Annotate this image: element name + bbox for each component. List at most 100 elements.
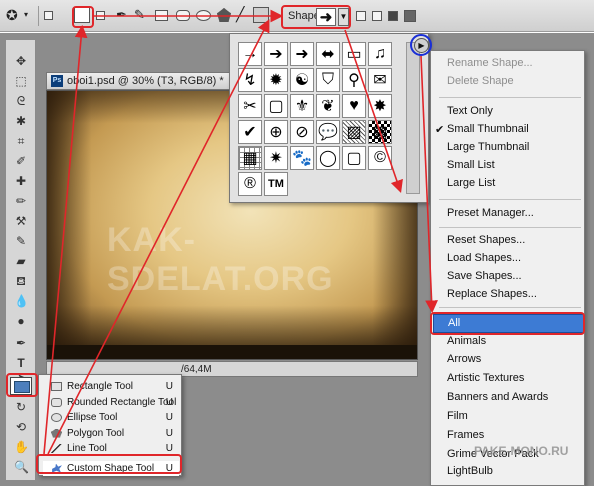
menu-item-all[interactable]: All	[433, 314, 584, 333]
fill-pixels-icon[interactable]	[96, 11, 105, 20]
shape-thumbnail[interactable]: ↯	[238, 68, 262, 92]
tool-option-rounded-rectangle-tool[interactable]: Rounded Rectangle Tool U	[43, 395, 179, 410]
3d-orbit-tool-icon[interactable]: ⟲	[14, 420, 28, 434]
menu-item-replace-shapes[interactable]: Replace Shapes...	[447, 288, 537, 303]
menu-item-small-thumbnail[interactable]: Small Thumbnail	[447, 123, 529, 138]
history-brush-tool-icon[interactable]: ✎	[14, 234, 28, 248]
dodge-tool-icon[interactable]: ●	[14, 314, 28, 328]
shape-thumbnail[interactable]: ⊕	[264, 120, 288, 144]
menu-item-film[interactable]: Film	[447, 410, 468, 425]
paths-mode-icon[interactable]	[74, 7, 90, 23]
circle-arrow-right-icon[interactable]: ▶	[414, 38, 429, 53]
shape-thumbnail[interactable]: ✸	[368, 94, 392, 118]
line-shape-icon[interactable]: ╱	[236, 6, 244, 22]
shape-thumbnail[interactable]: TM	[264, 172, 288, 196]
shape-thumbnail[interactable]: ®	[238, 172, 262, 196]
zoom-tool-icon[interactable]: 🔍	[14, 460, 29, 474]
tool-option-polygon-tool[interactable]: Polygon Tool U	[43, 426, 179, 441]
shape-thumbnail[interactable]: ✹	[264, 68, 288, 92]
shape-thumbnail[interactable]: ⛉	[316, 68, 340, 92]
shape-thumbnail[interactable]: ☯	[290, 68, 314, 92]
tool-preset-icon[interactable]: ✪	[6, 7, 18, 23]
exclude-area-icon[interactable]	[404, 10, 416, 22]
polygon-shape-icon[interactable]	[217, 8, 231, 22]
shape-thumbnail[interactable]: 🐾	[290, 146, 314, 170]
menu-item-artistic-textures[interactable]: Artistic Textures	[447, 372, 524, 387]
freeform-pen-icon[interactable]: ✎	[134, 7, 145, 22]
crop-tool-icon[interactable]: ⌗	[14, 134, 28, 148]
add-area-icon[interactable]	[356, 11, 366, 21]
pen-tool-icon[interactable]: ✒	[14, 336, 28, 350]
tool-option-rectangle-tool[interactable]: Rectangle Tool U	[43, 379, 179, 394]
brush-tool-icon[interactable]: ✏	[14, 194, 28, 208]
menu-item-load-shapes[interactable]: Load Shapes...	[447, 252, 521, 267]
shape-thumbnail[interactable]: ▢	[264, 94, 288, 118]
intersect-area-icon[interactable]	[388, 11, 398, 21]
pen-tool-icon[interactable]: ✒	[116, 7, 127, 22]
shape-thumbnail[interactable]: ✂	[238, 94, 262, 118]
lasso-tool-icon[interactable]: ᘓ	[14, 94, 28, 108]
shape-thumbnail[interactable]: ▦	[238, 146, 262, 170]
marquee-tool-icon[interactable]: ⬚	[14, 74, 28, 88]
menu-item-rename-shape[interactable]: Rename Shape...	[447, 57, 533, 72]
shape-thumbnail[interactable]: ✷	[264, 146, 288, 170]
shape-dropdown-button[interactable]: ▼	[338, 8, 349, 26]
tool-option-custom-shape-tool[interactable]: Custom Shape Tool U	[43, 460, 179, 476]
menu-item-large-thumbnail[interactable]: Large Thumbnail	[447, 141, 529, 156]
shape-thumbnail[interactable]: →	[238, 42, 262, 66]
move-tool-icon[interactable]: ✥	[14, 54, 28, 68]
menu-item-banners-and-awards[interactable]: Banners and Awards	[447, 391, 548, 406]
shape-thumbnail[interactable]: ⬌	[316, 42, 340, 66]
custom-shape-icon[interactable]	[253, 7, 269, 23]
picker-scrollbar[interactable]	[406, 42, 420, 194]
menu-item-preset-manager[interactable]: Preset Manager...	[447, 207, 534, 222]
menu-item-animals[interactable]: Animals	[447, 335, 486, 350]
hand-tool-icon[interactable]: ✋	[14, 440, 29, 454]
menu-item-delete-shape[interactable]: Delete Shape	[447, 75, 514, 90]
shape-thumbnail[interactable]: ➔	[264, 42, 288, 66]
healing-brush-tool-icon[interactable]: ✚	[14, 174, 28, 188]
tool-option-ellipse-tool[interactable]: Ellipse Tool U	[43, 410, 179, 425]
tool-option-line-tool[interactable]: Line Tool U	[43, 441, 179, 456]
ellipse-shape-icon[interactable]	[196, 10, 211, 21]
menu-item-frames[interactable]: Frames	[447, 429, 484, 444]
shape-thumbnail[interactable]: ▭	[342, 42, 366, 66]
shape-thumbnail[interactable]: ◯	[316, 146, 340, 170]
rounded-rectangle-shape-icon[interactable]	[176, 10, 190, 21]
shape-layers-icon[interactable]	[44, 11, 53, 20]
shape-thumbnail[interactable]: ❦	[316, 94, 340, 118]
type-tool-icon[interactable]: T	[14, 356, 28, 370]
shape-thumbnail[interactable]: ▩	[368, 120, 392, 144]
paint-bucket-tool-icon[interactable]: ⛾	[14, 274, 28, 288]
eyedropper-tool-icon[interactable]: ✐	[14, 154, 28, 168]
shape-thumbnail[interactable]: 💬	[316, 120, 340, 144]
shape-thumbnail[interactable]: ▨	[342, 120, 366, 144]
shape-preview[interactable]: ➜	[316, 8, 336, 26]
shape-thumbnail[interactable]: ⊘	[290, 120, 314, 144]
shape-thumbnail[interactable]: ▢	[342, 146, 366, 170]
shape-thumbnail[interactable]: ✔	[238, 120, 262, 144]
shape-thumbnail[interactable]: ♥	[342, 94, 366, 118]
menu-item-arrows[interactable]: Arrows	[447, 353, 481, 368]
3d-rotate-tool-icon[interactable]: ↻	[14, 400, 28, 414]
eraser-tool-icon[interactable]: ▰	[14, 254, 28, 268]
menu-item-reset-shapes[interactable]: Reset Shapes...	[447, 234, 525, 249]
shape-thumbnail[interactable]: ➜	[290, 42, 314, 66]
shape-thumbnail[interactable]: ✉	[368, 68, 392, 92]
shape-thumbnail[interactable]: ⚲	[342, 68, 366, 92]
tool-preset-dropdown-icon[interactable]: ▾	[24, 10, 28, 24]
menu-item-small-list[interactable]: Small List	[447, 159, 495, 174]
geometry-options-icon[interactable]: ▾	[271, 10, 275, 24]
menu-item-large-list[interactable]: Large List	[447, 177, 495, 192]
rectangle-shape-icon[interactable]	[155, 10, 168, 21]
blur-tool-icon[interactable]: 💧	[14, 294, 29, 308]
menu-item-save-shapes[interactable]: Save Shapes...	[447, 270, 522, 285]
shape-tool-button[interactable]	[10, 377, 32, 395]
shape-thumbnail[interactable]: ⚜	[290, 94, 314, 118]
shape-thumbnail[interactable]: ©	[368, 146, 392, 170]
quick-selection-tool-icon[interactable]: ✱	[14, 114, 28, 128]
subtract-area-icon[interactable]	[372, 11, 382, 21]
menu-item-text-only[interactable]: Text Only	[447, 105, 493, 120]
clone-stamp-tool-icon[interactable]: ⚒	[14, 214, 28, 228]
menu-item-lightbulb[interactable]: LightBulb	[447, 465, 493, 480]
